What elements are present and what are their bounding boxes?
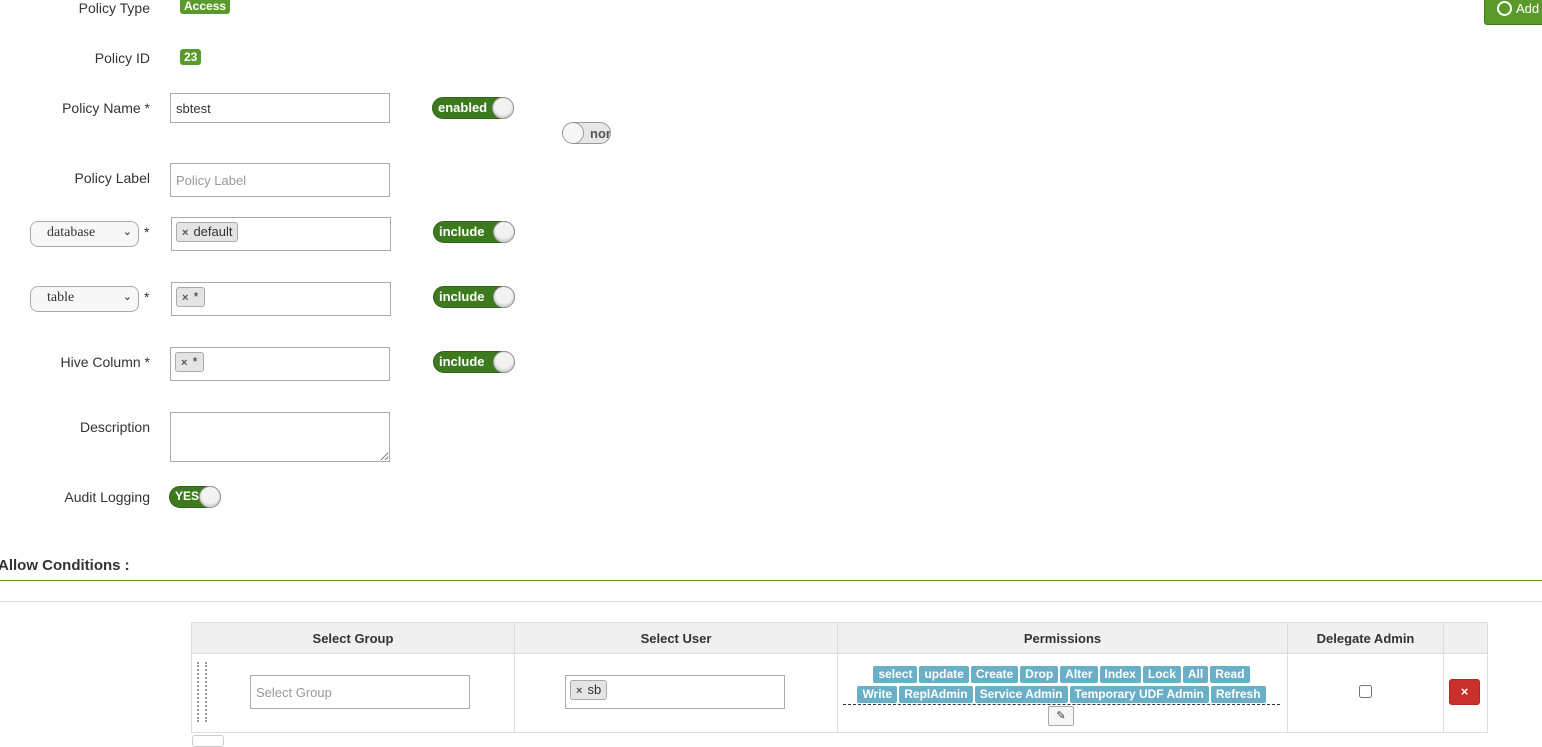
section-divider (0, 601, 1542, 602)
permission-tag: ReplAdmin (899, 686, 973, 703)
delete-row-button[interactable]: × (1449, 679, 1480, 705)
database-include-toggle[interactable]: include (433, 221, 515, 243)
add-button[interactable]: Add (1484, 0, 1542, 25)
policy-id-badge: 23 (180, 49, 202, 65)
column-header-actions (1443, 622, 1488, 654)
permission-tag: update (919, 666, 969, 683)
remove-chip-icon[interactable]: × (182, 292, 188, 304)
pencil-icon: ✎ (1056, 710, 1066, 722)
hive-column-label: Hive Column * (60, 354, 150, 370)
required-marker: * (144, 289, 150, 305)
user-chip-label: sb (587, 682, 602, 697)
description-label: Description (79, 419, 150, 435)
select-user-cell: × sb (514, 653, 838, 733)
table-header-row: Select Group Select User Permissions Del… (191, 622, 1488, 654)
toggle-knob (493, 351, 515, 373)
database-values-input[interactable]: × default (171, 217, 391, 251)
policy-name-label: Policy Name * (62, 100, 150, 116)
toggle-knob (199, 486, 221, 508)
permission-tag: Temporary UDF Admin (1069, 686, 1209, 703)
allow-conditions-title: Allow Conditions : (0, 557, 130, 574)
required-marker: * (144, 224, 150, 240)
include-text: include (439, 224, 485, 239)
chip-label: * (192, 354, 198, 369)
chevron-down-icon: ⌄ (122, 290, 132, 303)
permission-tag: Create (970, 666, 1019, 683)
select-group-input[interactable] (250, 675, 470, 709)
edit-permissions-button[interactable]: ✎ (1048, 706, 1074, 726)
remove-chip-icon[interactable]: × (576, 685, 582, 697)
permission-tag: Drop (1020, 666, 1059, 683)
permissions-cell[interactable]: select update Create Drop Alter Index Lock All R… (837, 653, 1288, 733)
permission-tag: Index (1099, 666, 1141, 683)
section-divider (0, 580, 1542, 581)
permission-tag: select (873, 666, 918, 683)
column-header-permissions: Permissions (837, 622, 1288, 654)
policy-id-label: Policy ID (94, 50, 150, 66)
resource-select-value: database (47, 225, 96, 240)
table-row: × sb selectupdateCreateDropAlterIndexLock… (191, 653, 1488, 733)
permissions-list[interactable]: select update Create Drop Alter Index Lock All R… (843, 664, 1280, 705)
value-chip: × * (176, 287, 205, 307)
policy-name-input[interactable] (170, 93, 390, 123)
policy-enabled-toggle[interactable]: enabled (432, 97, 514, 119)
remove-chip-icon[interactable]: × (182, 227, 188, 239)
permission-tag: Lock (1142, 666, 1181, 683)
toggle-knob (492, 97, 514, 119)
chevron-down-icon: ⌄ (122, 225, 132, 238)
resource-type-select-table[interactable]: table ⌄ (30, 286, 139, 312)
resource-select-value: table (47, 290, 75, 305)
delegate-admin-checkbox[interactable] (1359, 685, 1372, 698)
allow-conditions-table: Select Group Select User Permissions Del… (191, 622, 1488, 733)
policy-override-toggle[interactable]: nor (562, 122, 611, 144)
policy-enabled-text: enabled (438, 100, 488, 115)
value-chip: × default (176, 222, 239, 242)
toggle-knob (563, 123, 584, 143)
value-chip: × * (175, 352, 204, 372)
hive-column-values-input[interactable]: × * (170, 347, 390, 381)
policy-label-input[interactable] (170, 163, 390, 197)
column-header-delegate-admin: Delegate Admin (1287, 622, 1444, 654)
permission-tag: Refresh (1210, 686, 1266, 703)
resource-type-select-database[interactable]: database ⌄ (30, 221, 139, 247)
audit-logging-toggle[interactable]: YES (169, 486, 221, 508)
description-textarea[interactable] (170, 412, 390, 462)
chip-label: * (193, 289, 199, 304)
audit-logging-text: YES (175, 489, 200, 503)
include-text: include (439, 354, 485, 369)
select-group-cell (191, 653, 515, 733)
policy-label-label: Policy Label (74, 170, 151, 186)
permission-tag: Alter (1060, 666, 1098, 683)
table-values-input[interactable]: × * (171, 282, 391, 316)
user-chip: × sb (570, 680, 608, 700)
close-icon: × (1460, 684, 1469, 699)
clock-circle-icon (1497, 1, 1512, 16)
add-row-button[interactable] (192, 735, 224, 747)
add-button-label: Add (1516, 1, 1540, 16)
permission-tag: Service Admin (974, 686, 1068, 703)
chip-label: default (193, 224, 233, 239)
toggle-knob (493, 221, 515, 243)
column-header-select-user: Select User (514, 622, 838, 654)
toggle-knob (493, 286, 515, 308)
policy-type-badge: Access (180, 0, 231, 14)
policy-type-label: Policy Type (78, 0, 150, 16)
column-header-select-group: Select Group (191, 622, 515, 654)
permission-tag: Read (1210, 666, 1250, 683)
audit-logging-label: Audit Logging (64, 489, 150, 505)
row-actions-cell: × (1443, 653, 1488, 733)
permission-tag: Write (857, 686, 898, 703)
table-include-toggle[interactable]: include (433, 286, 515, 308)
delegate-admin-cell (1287, 653, 1444, 733)
include-text: include (439, 289, 485, 304)
hive-column-include-toggle[interactable]: include (433, 351, 515, 373)
remove-chip-icon[interactable]: × (181, 357, 187, 369)
select-user-input[interactable]: × sb (565, 675, 785, 709)
policy-override-text: nor (590, 126, 611, 141)
drag-handle[interactable] (197, 662, 207, 722)
permission-tag: All (1182, 666, 1209, 683)
